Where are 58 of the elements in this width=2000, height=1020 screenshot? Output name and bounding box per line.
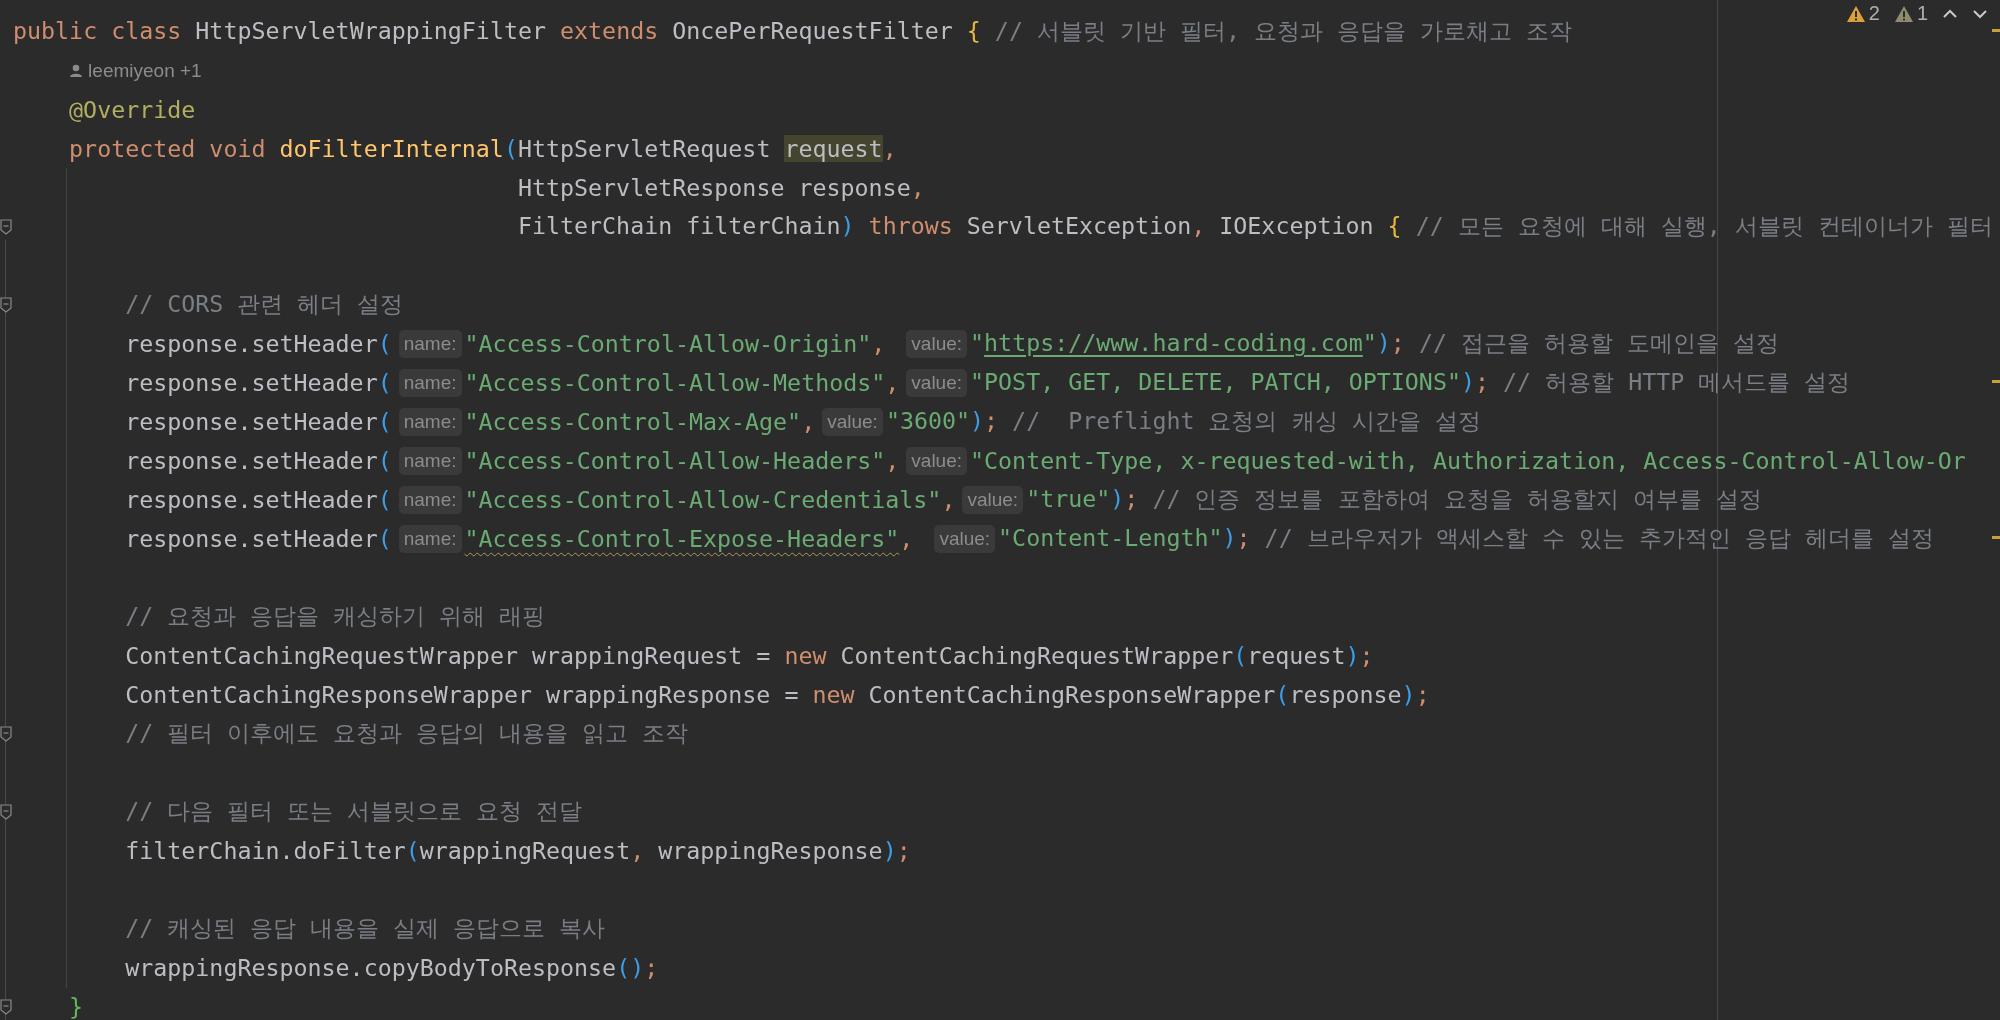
code-text: "Access-Control-Allow-Headers", xyxy=(464,447,900,474)
code-text: // CORS 관련 헤더 설정 xyxy=(125,289,404,319)
code-text: "Content-Type, x-requested-with, Authorization, Access-Control-Allow-Or xyxy=(970,447,1966,474)
parameter-hint: value: xyxy=(906,446,968,475)
fold-marker-icon[interactable] xyxy=(0,296,12,313)
code-text: ContentCachingRequestWrapper wrappingRequest = new ContentCachingRequestWrapper(request); xyxy=(125,642,1374,669)
code-text: "Access-Control-Max-Age", xyxy=(464,408,816,435)
code-text: "Access-Control-Allow-Credentials", xyxy=(464,486,956,513)
parameter-hint: name: xyxy=(398,407,462,436)
code-text: FilterChain filterChain) throws ServletException, IOException { // 모든 요청에 대해 실행, 서블릿 컨테이너가 필터 xyxy=(517,211,1993,241)
code-text: protected void doFilterInternal(HttpServletRequest request, xyxy=(69,135,897,162)
parameter-hint: name: xyxy=(398,446,462,475)
warning-count[interactable]: 2 xyxy=(1845,2,1880,25)
code-text: @Override xyxy=(69,96,196,123)
parameter-hint: value: xyxy=(906,329,968,358)
parameter-hint: value: xyxy=(962,485,1024,514)
code-text: response.setHeader( xyxy=(125,408,392,435)
code-text: public class HttpServletWrappingFilter extends OncePerRequestFilter { // 서블릿 기반 필터, 요청과 응답을 가로채고 조작 xyxy=(13,16,1573,46)
fold-marker-icon[interactable] xyxy=(0,998,12,1015)
code-text: response.setHeader( xyxy=(125,369,392,396)
warning-icon xyxy=(1845,4,1866,23)
code-text: filterChain.doFilter(wrappingRequest, wrappingResponse); xyxy=(125,837,911,864)
code-text: response.setHeader( xyxy=(125,525,392,552)
code-text: "Content-Length"); // 브라우저가 액세스할 수 있는 추가적인 응답 헤더를 설정 xyxy=(998,523,1934,553)
parameter-hint: name: xyxy=(398,368,462,397)
fold-marker-icon[interactable] xyxy=(0,218,12,235)
code-text: // 필터 이후에도 요청과 응답의 내용을 읽고 조작 xyxy=(125,718,689,748)
code-text: "POST, GET, DELETE, PATCH, OPTIONS"); // 허용할 HTTP 메서드를 설정 xyxy=(970,367,1851,397)
parameter-hint: value: xyxy=(906,368,968,397)
code-text: // 캐싱된 응답 내용을 실제 응답으로 복사 xyxy=(125,913,606,943)
code-text: "true"); // 인증 정보를 포함하여 요청을 허용할지 여부를 설정 xyxy=(1026,484,1762,514)
code-text: response.setHeader( xyxy=(125,486,392,513)
parameter-hint: value: xyxy=(822,407,883,436)
code-text: HttpServletResponse response, xyxy=(517,174,925,201)
code-text: "Access-Control-Allow-Methods", xyxy=(464,369,900,396)
code-text: "Access-Control-Expose-Headers", xyxy=(464,525,915,552)
parameter-hint: name: xyxy=(398,329,462,358)
author-hint[interactable]: leemiyeon +1 xyxy=(88,59,202,82)
warning-count[interactable]: 1 xyxy=(1893,2,1928,25)
code-text: } xyxy=(69,993,84,1020)
next-problem-button[interactable] xyxy=(1972,8,1988,19)
code-text: "3600"); // Preflight 요청의 캐싱 시간을 설정 xyxy=(885,406,1481,436)
warning-icon xyxy=(1893,4,1914,23)
fold-marker-icon[interactable] xyxy=(0,803,12,820)
parameter-hint: name: xyxy=(398,485,462,514)
code-text: response.setHeader( xyxy=(125,447,392,474)
person-icon xyxy=(69,63,84,78)
parameter-hint: value: xyxy=(934,524,996,553)
code-text: ContentCachingResponseWrapper wrappingResponse = new ContentCachingResponseWrapper(response); xyxy=(125,681,1430,708)
parameter-hint: name: xyxy=(398,524,462,553)
previous-problem-button[interactable] xyxy=(1942,8,1958,19)
code-text: "Access-Control-Allow-Origin", xyxy=(464,330,887,357)
code-text: // 다음 필터 또는 서블릿으로 요청 전달 xyxy=(125,796,583,826)
code-text: wrappingResponse.copyBodyToResponse(); xyxy=(125,954,659,981)
code-text: "https://www.hard-coding.com"); // 접근을 허용할 도메인을 설정 xyxy=(970,328,1780,358)
code-text: // 요청과 응답을 캐싱하기 위해 래핑 xyxy=(125,601,546,631)
code-text: response.setHeader( xyxy=(125,330,392,357)
fold-marker-icon[interactable] xyxy=(0,725,12,742)
